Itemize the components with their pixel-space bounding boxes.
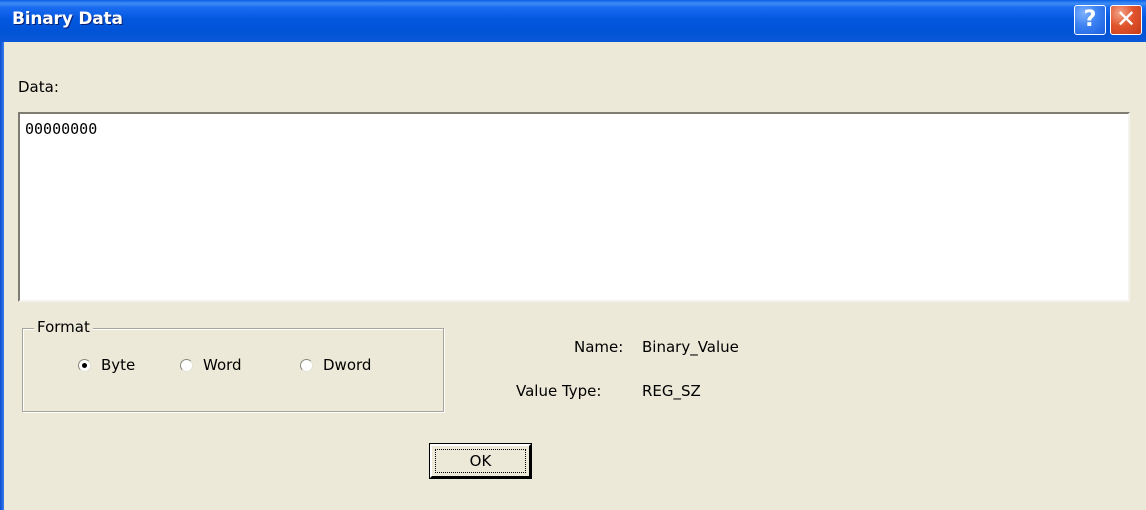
value-type-value: REG_SZ: [642, 382, 701, 400]
radio-dword-label: Dword: [323, 356, 372, 374]
name-value: Binary_Value: [642, 338, 739, 356]
radio-word-label: Word: [203, 356, 242, 374]
value-type-label: Value Type:: [516, 382, 602, 400]
ok-button[interactable]: OK: [430, 444, 531, 478]
data-textarea[interactable]: 00000000: [18, 112, 1130, 302]
ok-focus-rect: [435, 449, 526, 473]
help-button[interactable]: ?: [1074, 5, 1106, 35]
radio-byte-label: Byte: [101, 356, 136, 374]
window-left-border: [0, 42, 4, 510]
radio-word-circle[interactable]: [180, 358, 193, 372]
radio-dword[interactable]: Dword: [300, 356, 371, 374]
name-label: Name:: [574, 338, 624, 356]
title-bar[interactable]: Binary Data ? ✕: [0, 0, 1146, 42]
radio-word[interactable]: Word: [180, 356, 242, 374]
data-label: Data:: [18, 78, 59, 96]
format-legend: Format: [34, 318, 93, 336]
window-title: Binary Data: [12, 9, 123, 29]
close-button[interactable]: ✕: [1110, 5, 1142, 35]
radio-dword-circle[interactable]: [300, 358, 313, 372]
close-icon: ✕: [1115, 5, 1137, 33]
radio-byte[interactable]: Byte: [78, 356, 135, 374]
radio-byte-circle[interactable]: [78, 358, 91, 372]
binary-data-dialog: Binary Data ? ✕ Data: 00000000 Format By…: [0, 0, 1146, 510]
help-icon: ?: [1083, 7, 1097, 32]
